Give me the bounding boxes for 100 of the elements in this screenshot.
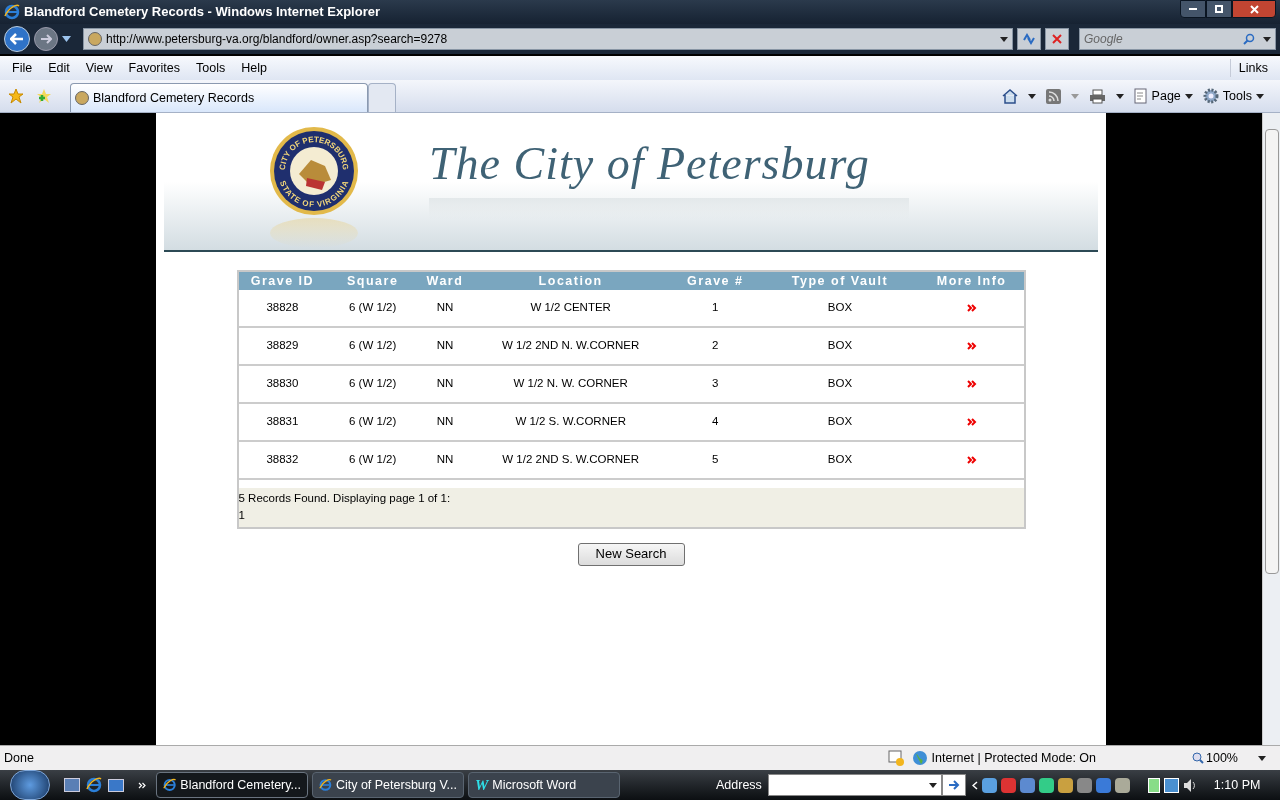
double-chevron-icon	[966, 380, 977, 388]
table-cell-text: W 1/2 2ND N. W.CORNER	[501, 338, 640, 354]
browser-icon	[319, 777, 332, 793]
tray-icon[interactable]	[981, 777, 997, 793]
caret-icon	[928, 782, 937, 788]
more-info-link[interactable]	[966, 380, 977, 388]
table-cell-text: 6 (W 1/2)	[349, 452, 397, 468]
table-cell-text: 1	[712, 300, 719, 316]
browser-icon	[4, 4, 20, 20]
feed-icon[interactable]	[1045, 88, 1061, 104]
table-cell-text: W 1/2 N. W. CORNER	[513, 376, 628, 392]
caret-icon	[1070, 93, 1079, 99]
tray-icon[interactable]	[1000, 777, 1016, 793]
menu-item[interactable]: Tools	[188, 58, 234, 78]
tray-icon[interactable]	[1057, 777, 1073, 793]
go-button[interactable]	[941, 774, 966, 796]
start-button[interactable]	[10, 770, 50, 800]
globe-icon	[911, 750, 928, 766]
table-cell-text: 38829	[266, 338, 299, 354]
table-cell-text: 38831	[266, 414, 299, 430]
site-icon	[88, 32, 102, 46]
address-field[interactable]: http://www.petersburg-va.org/blandford/owner.asp?search=9278	[83, 28, 1013, 50]
double-chevron-icon[interactable]	[138, 781, 146, 789]
address-label: Address	[716, 776, 762, 794]
more-info-link[interactable]	[966, 304, 977, 312]
forward-button[interactable]	[34, 27, 58, 51]
caret-icon	[1027, 93, 1036, 99]
column-header: Grave #	[686, 272, 745, 290]
table-cell-text: 5	[712, 452, 719, 468]
chevron-icon[interactable]	[971, 780, 978, 790]
table-cell-text: 2	[712, 338, 719, 354]
table-cell-text: W 1/2 S. W.CORNER	[515, 414, 626, 430]
page-icon	[1133, 88, 1148, 104]
table-cell-text: 6 (W 1/2)	[349, 376, 397, 392]
table-cell-text: 6 (W 1/2)	[349, 300, 397, 316]
page-link[interactable]: 1	[238, 507, 245, 525]
scrollbar[interactable]	[1262, 113, 1280, 745]
table-cell-text: BOX	[827, 376, 853, 392]
menu-item[interactable]: View	[77, 58, 121, 78]
menu-item[interactable]: Favorites	[120, 58, 188, 78]
column-header: Ward	[425, 272, 465, 290]
add-star-icon[interactable]	[36, 88, 52, 104]
tray-icon[interactable]	[1114, 777, 1130, 793]
home-icon[interactable]	[1001, 88, 1018, 104]
search-field[interactable]: Google	[1084, 30, 1243, 48]
more-info-link[interactable]	[966, 342, 977, 350]
new-search-button[interactable]: New Search	[577, 542, 685, 566]
search-icon	[1243, 33, 1255, 45]
table-cell-text: 6 (W 1/2)	[349, 414, 397, 430]
zoom-button[interactable]: 100%	[1192, 748, 1266, 768]
taskbar-button[interactable]: W Microsoft Word	[468, 772, 620, 798]
tray-icon[interactable]	[1076, 777, 1092, 793]
search-box[interactable]: Google	[1079, 28, 1276, 50]
table-cell-text: NN	[436, 338, 454, 354]
star-icon[interactable]	[8, 88, 24, 104]
table-cell-text: BOX	[827, 300, 853, 316]
taskbar-address-field[interactable]	[767, 774, 942, 796]
table-cell-text: W 1/2 2ND S. W.CORNER	[502, 452, 640, 468]
table-cell-text: 6 (W 1/2)	[349, 338, 397, 354]
warning-icon	[887, 750, 904, 766]
tools-menu-button[interactable]: Tools	[1202, 86, 1264, 106]
table-cell-text: 3	[712, 376, 719, 392]
menu-item[interactable]: File	[4, 58, 41, 78]
table-cell-text: BOX	[827, 414, 853, 430]
tray-icon[interactable]	[1019, 777, 1035, 793]
monitor-icon[interactable]	[108, 778, 124, 792]
url-text: http://www.petersburg-va.org/blandford/owner.asp?search=9278	[106, 31, 448, 48]
table-cell-text: 38830	[266, 376, 299, 392]
caret-icon	[1256, 93, 1264, 99]
column-header: Square	[345, 272, 400, 290]
refresh-button[interactable]	[1017, 28, 1041, 50]
back-button[interactable]	[4, 26, 30, 52]
scrollbar-thumb[interactable]	[1264, 129, 1279, 574]
table-cell-text: 4	[712, 414, 719, 430]
close-button[interactable]	[1232, 0, 1276, 18]
printer-icon[interactable]	[1088, 88, 1106, 104]
more-info-link[interactable]	[966, 456, 977, 464]
more-info-link[interactable]	[966, 418, 977, 426]
minimize-button[interactable]	[1180, 0, 1206, 18]
caret-icon[interactable]	[62, 36, 71, 42]
taskbar-button[interactable]: City of Petersburg V...	[312, 772, 464, 798]
table-cell-text: 38832	[266, 452, 299, 468]
window-title: Blandford Cemetery Records - Windows Internet Explorer	[24, 3, 380, 22]
tray-icon[interactable]	[1095, 777, 1111, 793]
stop-button[interactable]	[1045, 28, 1069, 50]
speaker-icon[interactable]	[1182, 777, 1198, 793]
show-desktop-icon[interactable]	[64, 778, 80, 792]
forward-arrow-icon	[40, 34, 52, 44]
double-chevron-icon	[966, 456, 977, 464]
links-button[interactable]: Links	[1229, 58, 1276, 78]
double-chevron-icon	[966, 418, 977, 426]
tray-icon[interactable]	[1038, 777, 1054, 793]
browser-tab[interactable]: Blandford Cemetery Records	[70, 83, 368, 112]
caret-icon	[1258, 755, 1266, 761]
city-title: The City of Petersburg	[429, 137, 871, 191]
menu-item[interactable]: Help	[233, 58, 275, 78]
page-menu-button[interactable]: Page	[1133, 86, 1193, 106]
taskbar-button[interactable]: Blandford Cemetery...	[156, 772, 308, 798]
restore-button[interactable]	[1206, 0, 1232, 18]
menu-item[interactable]: Edit	[40, 58, 78, 78]
